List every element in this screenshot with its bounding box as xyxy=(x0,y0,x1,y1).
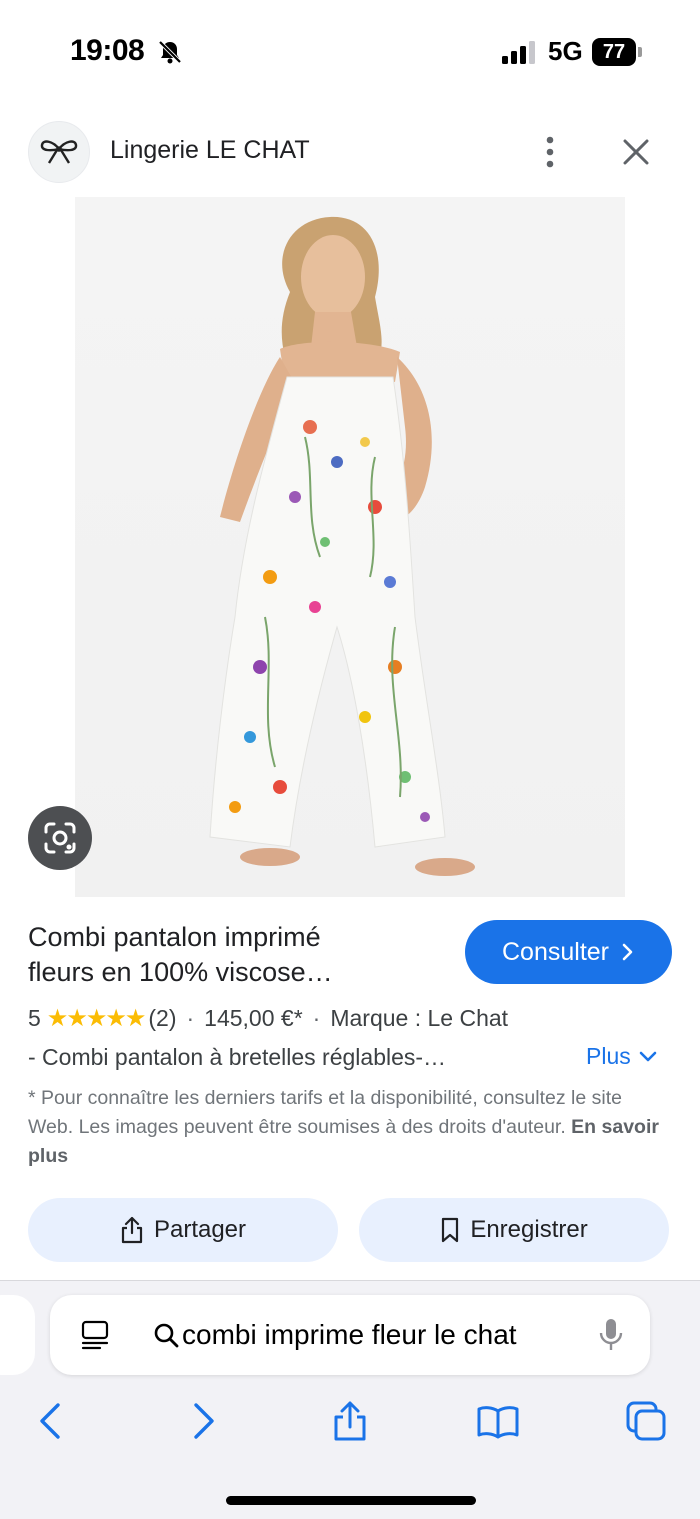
lens-icon xyxy=(44,822,76,854)
share-sheet-icon[interactable] xyxy=(328,1399,372,1443)
product-title-line1: Combi pantalon imprimé xyxy=(28,922,321,952)
separator-dot: · xyxy=(186,1004,195,1031)
rating-value: 5 xyxy=(28,1004,41,1031)
product-meta-row: 5 ★★★★★ (2) · 145,00 €* · Marque : Le Ch… xyxy=(28,1002,688,1034)
network-type: 5G xyxy=(548,36,583,66)
search-icon xyxy=(154,1323,179,1348)
consult-button[interactable]: Consulter xyxy=(465,920,672,984)
rating-stars-icon: ★★★★★ xyxy=(46,1004,147,1032)
battery-icon: 77 xyxy=(592,38,644,66)
safari-toolbar: combi imprime fleur le chat xyxy=(0,1280,700,1519)
signal-icon xyxy=(502,41,535,64)
close-icon[interactable] xyxy=(616,132,656,172)
chevron-down-icon xyxy=(639,1051,657,1061)
separator-dot: · xyxy=(312,1004,321,1031)
site-name[interactable]: Lingerie LE CHAT xyxy=(110,136,310,165)
disclaimer: * Pour connaître les derniers tarifs et … xyxy=(28,1084,668,1171)
more-button[interactable]: Plus xyxy=(586,1043,657,1070)
previous-tab[interactable] xyxy=(0,1295,35,1375)
product-price: 145,00 €* xyxy=(204,1004,303,1031)
status-bar: 19:08 5G 77 xyxy=(0,0,700,100)
product-brand: Marque : Le Chat xyxy=(330,1004,509,1031)
save-label: Enregistrer xyxy=(470,1216,588,1243)
page-menu-icon[interactable] xyxy=(80,1319,110,1351)
home-indicator xyxy=(226,1496,476,1505)
consult-label: Consulter xyxy=(502,937,609,966)
bookmark-icon xyxy=(442,1217,459,1243)
battery-level: 77 xyxy=(592,38,636,66)
bookmarks-icon[interactable] xyxy=(476,1399,520,1443)
product-image[interactable] xyxy=(75,197,625,897)
tabs-icon[interactable] xyxy=(624,1399,668,1443)
product-title: Combi pantalon imprimé fleurs en 100% vi… xyxy=(28,920,448,990)
status-time: 19:08 xyxy=(70,34,145,67)
share-label: Partager xyxy=(153,1216,247,1243)
product-title-line2: fleurs en 100% viscose… xyxy=(28,957,333,987)
result-header: Lingerie LE CHAT xyxy=(0,118,700,188)
disclaimer-text: * Pour connaître les derniers tarifs et … xyxy=(28,1087,622,1138)
microphone-icon[interactable] xyxy=(598,1317,624,1353)
chevron-right-icon xyxy=(622,943,633,961)
address-text[interactable]: combi imprime fleur le chat xyxy=(182,1319,517,1351)
product-photo xyxy=(209,216,475,876)
google-lens-button[interactable] xyxy=(28,806,92,870)
share-button[interactable]: Partager xyxy=(28,1198,338,1262)
save-button[interactable]: Enregistrer xyxy=(359,1198,669,1262)
bell-muted-icon xyxy=(158,40,182,64)
product-description: - Combi pantalon à bretelles réglables-… xyxy=(28,1044,447,1070)
address-bar[interactable]: combi imprime fleur le chat xyxy=(50,1295,650,1375)
more-vert-icon[interactable] xyxy=(530,132,570,172)
share-icon xyxy=(121,1216,143,1244)
site-logo[interactable] xyxy=(28,121,90,183)
bow-icon xyxy=(40,140,78,164)
rating-count: (2) xyxy=(148,1004,177,1031)
more-label: Plus xyxy=(586,1043,631,1069)
back-icon[interactable] xyxy=(30,1399,74,1443)
forward-icon[interactable] xyxy=(180,1399,224,1443)
